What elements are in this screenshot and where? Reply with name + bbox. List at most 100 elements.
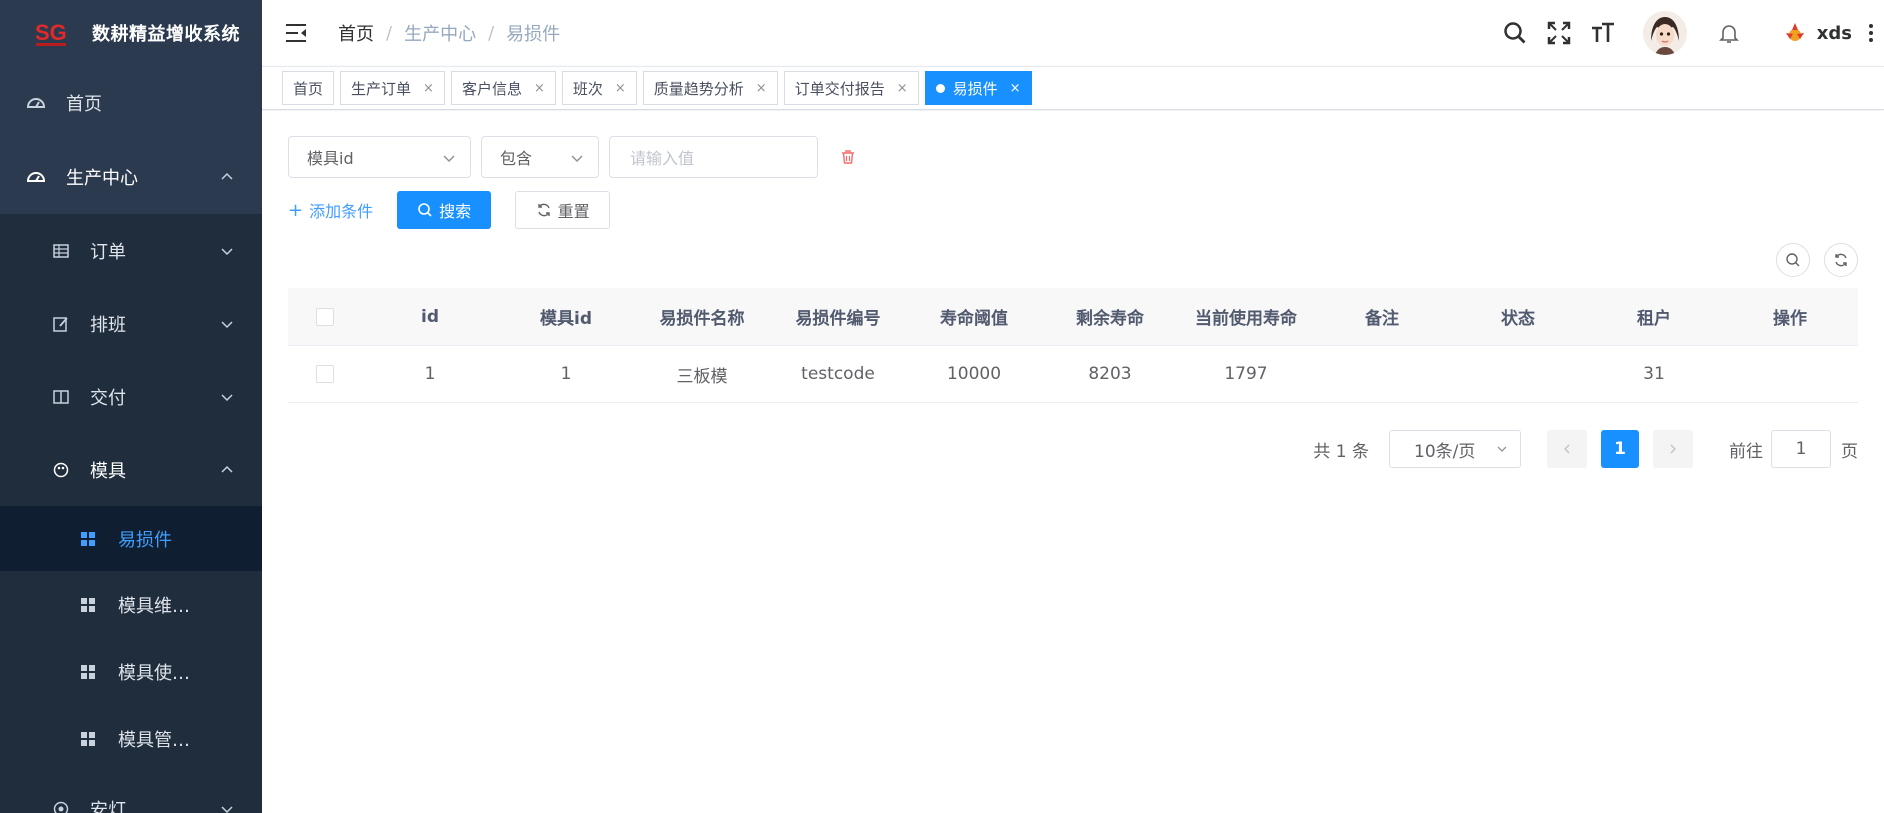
goto-label: 前往 (1729, 441, 1763, 462)
next-page-button[interactable] (1653, 430, 1693, 468)
pagination: 共 1 条 10条/页 1 前往 1 页 (1313, 430, 1858, 468)
breadcrumb-production: 生产中心 (404, 24, 477, 45)
page-number-current[interactable]: 1 (1601, 430, 1639, 468)
chevron-right-icon (1670, 444, 1677, 454)
value-input-placeholder: 请输入值 (630, 149, 695, 168)
search-icon (1786, 253, 1800, 267)
tab-home[interactable]: 首页 (282, 71, 335, 105)
table-row[interactable]: 1 1 三板模 testcode 10000 8203 1797 31 (288, 346, 1858, 403)
sidebar-item-delivery[interactable]: 交付 (0, 360, 262, 433)
fullscreen-icon[interactable] (1545, 19, 1573, 47)
page-size-select[interactable]: 10条/页 (1389, 430, 1521, 468)
tags-view: 首页 生产订单 × 客户信息 × 班次 × 质量趋势分析 × 订单交付报告 × … (262, 66, 1884, 110)
field-select-value: 模具id (307, 149, 354, 168)
close-icon[interactable]: × (534, 81, 545, 96)
sidebar-item-andon[interactable]: 安灯 (0, 772, 262, 813)
column-header: 状态 (1501, 309, 1535, 329)
field-select[interactable]: 模具id (288, 136, 471, 178)
operator-select[interactable]: 包含 (481, 136, 599, 178)
data-table: id 模具id 易损件名称 易损件编号 寿命阈值 剩余寿命 当前使用寿命 备注 … (288, 288, 1858, 403)
tab-label: 质量趋势分析 (653, 79, 744, 98)
refresh-icon (1835, 253, 1847, 267)
close-icon[interactable]: × (615, 81, 626, 96)
tab-label: 客户信息 (461, 79, 522, 98)
dashboard-icon (26, 93, 46, 113)
table-cell: testcode (801, 364, 875, 384)
tab-label: 易损件 (952, 79, 998, 98)
more-vertical-icon[interactable] (1866, 21, 1876, 45)
tab-label: 班次 (572, 79, 603, 98)
tab-production-order[interactable]: 生产订单 × (340, 71, 445, 105)
search-button-label: 搜索 (439, 202, 472, 221)
tab-customer-info[interactable]: 客户信息 × (450, 71, 556, 105)
close-icon[interactable]: × (1010, 81, 1021, 96)
row-select-cell (288, 365, 362, 383)
main-content: 模具id 包含 请输入值 + 添加条件 搜索 重置 id 模具id 易损件名称 … (262, 111, 1884, 813)
tab-label: 订单交付报告 (794, 79, 885, 98)
chevron-down-icon (221, 320, 233, 328)
tab-delivery-report[interactable]: 订单交付报告 × (783, 71, 919, 105)
sidebar-item-home[interactable]: 首页 (0, 66, 262, 140)
bell-icon[interactable] (1715, 19, 1743, 47)
sidebar-item-mold-usage[interactable]: 模具使… (0, 638, 262, 705)
sidebar-item-mold-maintenance[interactable]: 模具维… (0, 571, 262, 638)
search-icon[interactable] (1501, 19, 1529, 47)
value-input[interactable]: 请输入值 (609, 136, 818, 178)
table-cell: 31 (1643, 364, 1665, 384)
plus-icon: + (288, 199, 304, 221)
breadcrumb-current: 易损件 (506, 24, 561, 45)
user-logo-icon (1785, 23, 1804, 41)
add-condition-button[interactable]: + 添加条件 (288, 198, 373, 222)
tab-shift[interactable]: 班次 × (561, 71, 637, 105)
tab-quality-trend[interactable]: 质量趋势分析 × (642, 71, 778, 105)
book-icon (52, 388, 70, 406)
chevron-down-icon (221, 805, 233, 813)
table-cell: 1 (424, 364, 436, 384)
chevron-down-icon (443, 155, 455, 163)
avatar[interactable] (1642, 11, 1687, 55)
prev-page-button[interactable] (1547, 430, 1587, 468)
reset-button-label: 重置 (557, 202, 590, 221)
column-header: 操作 (1773, 309, 1807, 329)
select-all-checkbox[interactable] (316, 307, 334, 326)
search-button[interactable]: 搜索 (397, 191, 492, 229)
table-cell: 1797 (1224, 364, 1268, 384)
font-size-icon[interactable] (1589, 19, 1617, 47)
sidebar-item-order[interactable]: 订单 (0, 214, 262, 287)
grid-icon (80, 531, 96, 547)
chevron-down-icon (221, 247, 233, 255)
toggle-search-button[interactable] (1776, 243, 1810, 277)
delete-icon[interactable] (840, 149, 856, 165)
sidebar-item-label: 安灯 (90, 799, 126, 813)
breadcrumb-home[interactable]: 首页 (338, 20, 374, 46)
table-cell: 1 (560, 364, 572, 384)
goto-page-input[interactable]: 1 (1771, 430, 1831, 468)
column-header: 易损件编号 (795, 309, 881, 329)
menu-fold-icon[interactable] (284, 22, 308, 44)
refresh-icon (537, 203, 550, 217)
sidebar-item-production[interactable]: 生产中心 (0, 140, 262, 214)
chevron-up-icon (221, 465, 233, 473)
sidebar-item-mold-management[interactable]: 模具管… (0, 705, 262, 772)
chevron-down-icon (571, 155, 583, 163)
sidebar-item-schedule[interactable]: 排班 (0, 287, 262, 360)
user-name[interactable]: xds (1817, 23, 1852, 44)
sidebar-item-label: 模具维… (118, 595, 190, 617)
sidebar-item-label: 生产中心 (66, 168, 138, 189)
reset-button[interactable]: 重置 (515, 191, 611, 229)
close-icon[interactable]: × (756, 81, 767, 96)
sidebar-item-mold[interactable]: 模具 (0, 433, 262, 506)
dashboard-icon (26, 167, 46, 187)
table-icon (52, 242, 70, 260)
grid-icon (80, 597, 96, 613)
sidebar-item-wearing-parts[interactable]: 易损件 (0, 506, 262, 571)
tab-wearing-parts[interactable]: 易损件 × (924, 71, 1032, 105)
row-checkbox[interactable] (316, 365, 334, 383)
column-header: 备注 (1365, 309, 1399, 329)
refresh-button[interactable] (1824, 243, 1858, 277)
action-row: + 添加条件 搜索 重置 (288, 191, 611, 229)
close-icon[interactable]: × (423, 81, 434, 96)
radio-icon (52, 800, 70, 813)
chevron-down-icon (221, 393, 233, 401)
close-icon[interactable]: × (897, 81, 908, 96)
